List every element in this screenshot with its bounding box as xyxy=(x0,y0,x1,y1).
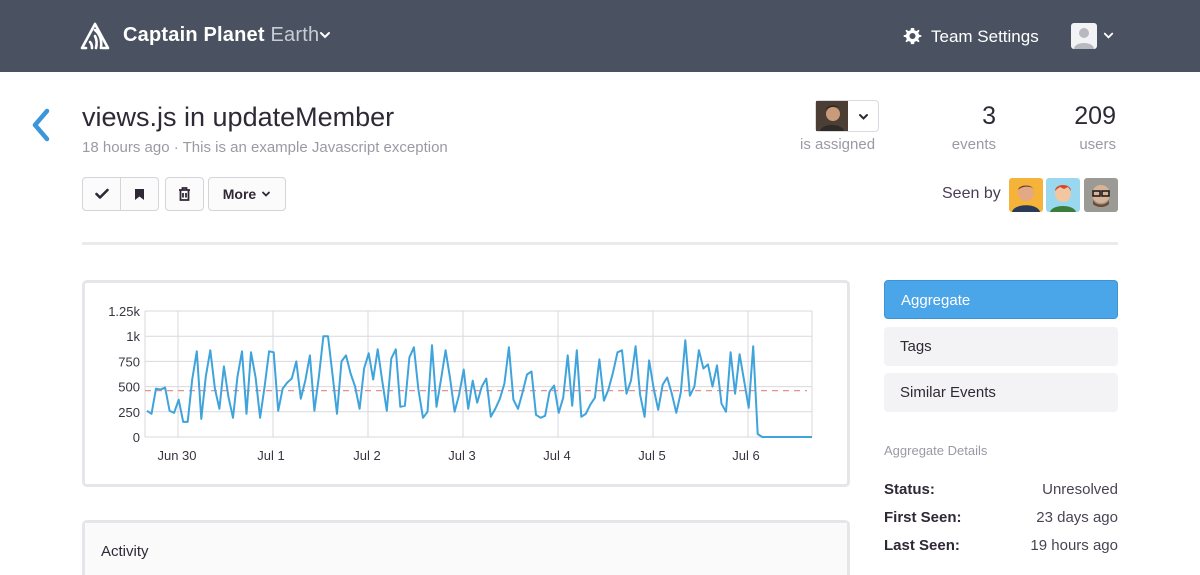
more-label: More xyxy=(222,186,257,202)
x-tick-label: Jul 6 xyxy=(732,448,759,463)
y-tick-label: 1.25k xyxy=(108,304,140,319)
status-value: Unresolved xyxy=(1042,481,1118,498)
events-label: events xyxy=(951,136,996,153)
user-silhouette-icon xyxy=(1074,28,1094,49)
x-tick-label: Jun 30 xyxy=(157,448,196,463)
first-seen-key: First Seen: xyxy=(884,509,962,526)
status-key: Status: xyxy=(884,481,935,498)
bookmark-icon xyxy=(135,188,144,200)
resolve-button[interactable] xyxy=(82,177,121,211)
user-avatar[interactable] xyxy=(1071,23,1097,49)
trash-icon xyxy=(179,187,190,201)
chevron-down-icon[interactable] xyxy=(1102,29,1115,42)
aggregate-details-heading: Aggregate Details xyxy=(884,443,988,458)
more-actions-button[interactable]: More xyxy=(208,177,286,211)
assignee-selector[interactable] xyxy=(815,100,879,132)
org-name: Captain Planet xyxy=(123,24,265,46)
x-tick-label: Jul 2 xyxy=(353,448,380,463)
seen-by-avatar[interactable] xyxy=(1009,178,1043,212)
y-tick-label: 0 xyxy=(133,430,140,445)
checkmark-icon xyxy=(94,188,109,199)
assigned-label: is assigned xyxy=(800,136,876,153)
y-tick-label: 1k xyxy=(126,329,140,344)
gear-icon[interactable] xyxy=(903,27,922,46)
chevron-down-icon xyxy=(859,114,868,120)
x-tick-label: Jul 3 xyxy=(448,448,475,463)
issue-subtitle: 18 hours ago · This is an example Javasc… xyxy=(82,139,448,156)
x-tick-label: Jul 4 xyxy=(543,448,570,463)
last-seen-value: 19 hours ago xyxy=(1030,537,1118,554)
top-navigation-bar: Captain Planet Earth Team Settings xyxy=(0,0,1200,72)
chevron-down-icon[interactable] xyxy=(318,28,332,42)
org-project-selector[interactable]: Captain Planet Earth xyxy=(123,24,319,47)
issue-title: views.js in updateMember xyxy=(82,102,395,132)
y-tick-label: 250 xyxy=(118,405,140,420)
chevron-down-icon xyxy=(262,191,271,197)
seen-by-avatar[interactable] xyxy=(1084,178,1118,212)
seen-by-label: Seen by xyxy=(942,185,1001,202)
header-divider xyxy=(82,242,1118,245)
tab-aggregate[interactable]: Aggregate xyxy=(884,280,1118,319)
activity-header: Activity xyxy=(85,523,847,575)
tab-tags[interactable]: Tags xyxy=(884,327,1118,366)
bookmark-button[interactable] xyxy=(121,177,159,211)
last-seen-key: Last Seen: xyxy=(884,537,960,554)
project-name: Earth xyxy=(270,24,320,46)
sentry-logo-icon[interactable] xyxy=(80,22,110,50)
events-count: 3 xyxy=(982,102,996,130)
y-tick-label: 500 xyxy=(118,380,140,395)
team-settings-link[interactable]: Team Settings xyxy=(931,27,1039,47)
resolve-bookmark-group xyxy=(82,177,159,211)
users-count: 209 xyxy=(1074,102,1116,130)
x-tick-label: Jul 5 xyxy=(638,448,665,463)
assignee-avatar xyxy=(816,101,848,131)
first-seen-value: 23 days ago xyxy=(1036,509,1118,526)
event-frequency-chart: 1.25k 1k 750 500 250 0 Jun 30 Jul 1 Jul 2 Jul 3 Ju… xyxy=(108,304,813,463)
y-tick-label: 750 xyxy=(118,354,140,369)
users-label: users xyxy=(1079,136,1116,153)
activity-panel: Activity xyxy=(82,520,850,575)
delete-button[interactable] xyxy=(165,177,204,211)
seen-by-avatar[interactable] xyxy=(1046,178,1080,212)
event-chart-panel: 1.25k 1k 750 500 250 0 Jun 30 Jul 1 Jul 2 Jul 3 Ju… xyxy=(82,280,850,487)
x-tick-label: Jul 1 xyxy=(257,448,284,463)
tab-similar-events[interactable]: Similar Events xyxy=(884,373,1118,412)
back-arrow-icon[interactable] xyxy=(30,108,52,142)
activity-title: Activity xyxy=(101,543,149,560)
